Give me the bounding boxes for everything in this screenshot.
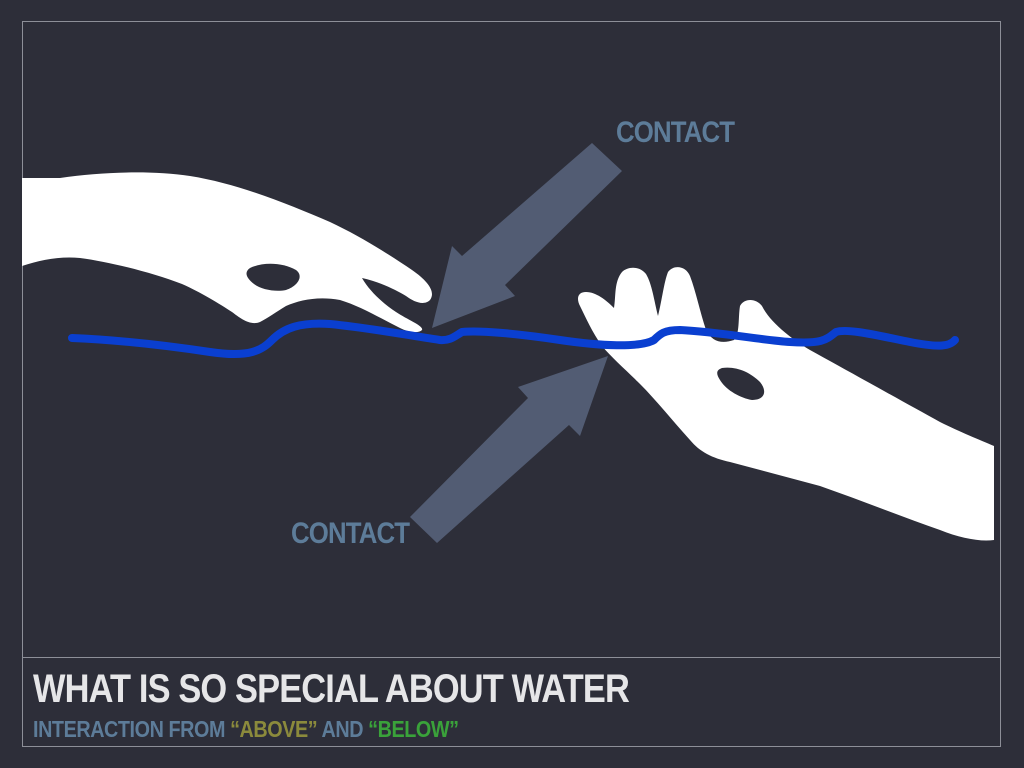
subtitle-below-text: “BELOW” (368, 716, 459, 742)
lower-hand-icon (578, 267, 994, 541)
water-line (68, 319, 959, 359)
contact-label-top: CONTACT (616, 116, 735, 149)
slide-title: WHAT IS SO SPECIAL ABOUT WATER (33, 667, 630, 711)
subtitle-interaction-text: INTERACTION FROM (33, 716, 231, 742)
hands-illustration (22, 143, 994, 543)
contact-label-bottom: CONTACT (291, 517, 410, 550)
upper-hand-icon (22, 172, 432, 333)
subtitle-above-text: “ABOVE” (230, 716, 318, 742)
contact-arrow-bottom-icon (410, 356, 608, 543)
subtitle-and-text: AND (317, 716, 369, 742)
slide: CONTACT CONTACT WHAT IS SO SPECIAL ABOUT… (0, 0, 1024, 768)
slide-subtitle: INTERACTION FROM “ABOVE” AND “BELOW” (33, 716, 459, 743)
